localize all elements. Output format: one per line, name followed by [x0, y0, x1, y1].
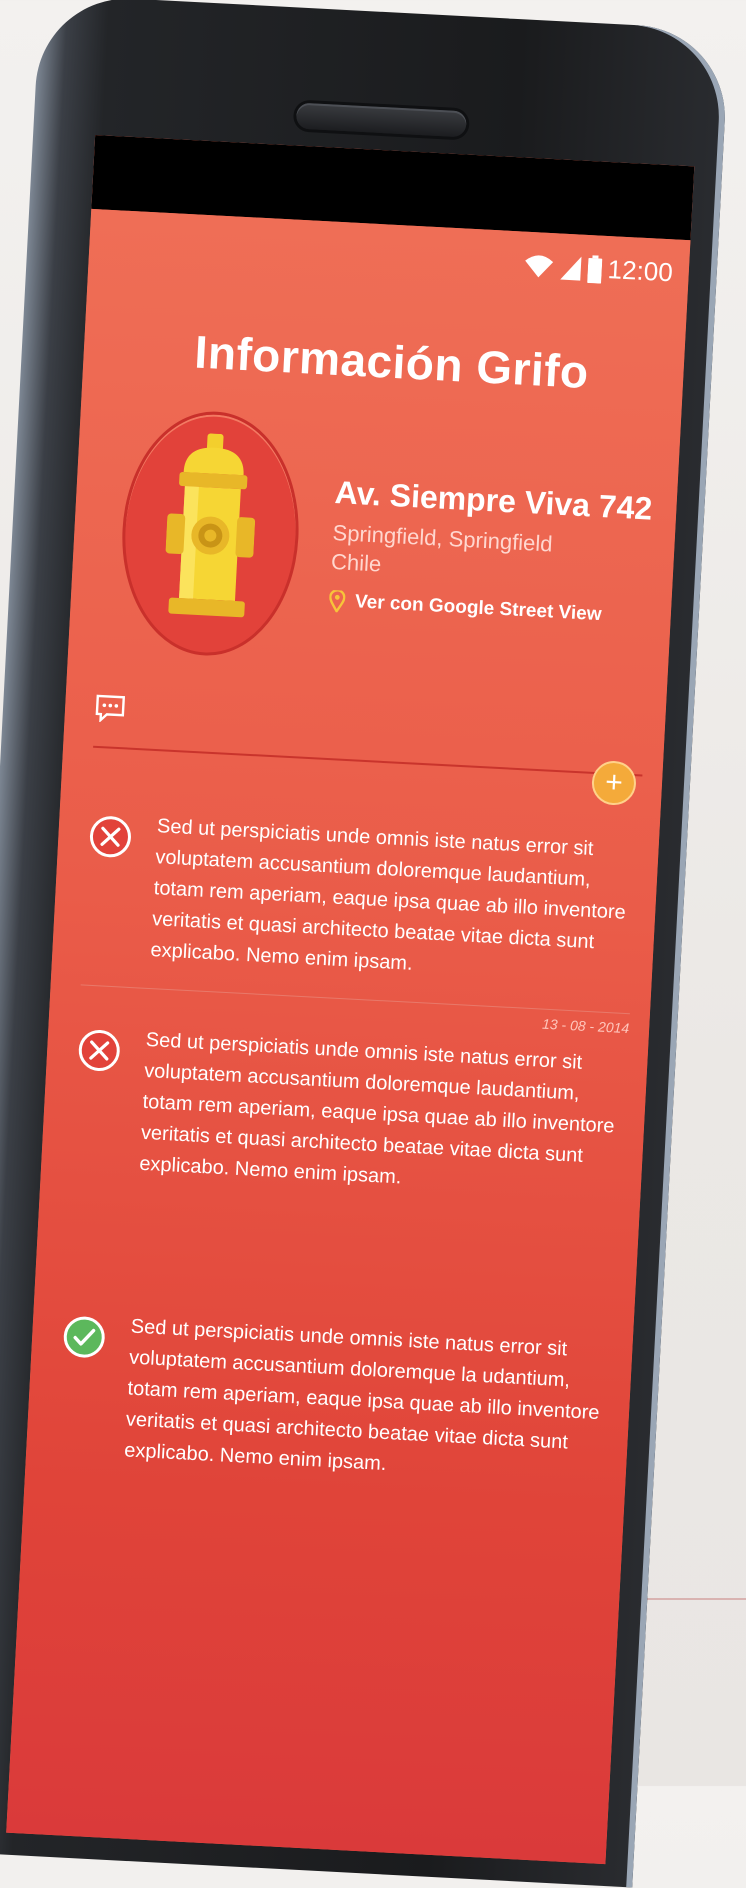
comment-item: Sed ut perspiciatis unde omnis iste natu…	[69, 1021, 628, 1227]
header-divider	[93, 745, 643, 777]
earpiece-speaker	[295, 102, 467, 138]
check-circle-icon	[63, 1316, 105, 1358]
status-icons: 12:00	[523, 250, 674, 289]
signal-icon	[560, 256, 582, 281]
comment-text: Sed ut perspiciatis unde omnis iste natu…	[123, 1315, 601, 1476]
street-view-label: Ver con Google Street View	[354, 591, 603, 626]
plus-icon: +	[604, 765, 624, 800]
phone-screen: 12:00 Información Grifo Av. Siempre Viva…	[6, 134, 695, 1865]
phone-frame: 12:00 Información Grifo Av. Siempre Viva…	[0, 0, 730, 1888]
street-address: Av. Siempre Viva 742	[333, 474, 654, 527]
hydrant-info-screen: 12:00 Información Grifo Av. Siempre Viva…	[6, 208, 691, 1865]
hydrant-info: Av. Siempre Viva 742 Springfield, Spring…	[68, 405, 680, 680]
comment-item: Sed ut perspiciatis unde omnis iste natu…	[54, 1308, 613, 1514]
hydrant-address: Av. Siempre Viva 742 Springfield, Spring…	[292, 416, 656, 678]
battery-icon	[587, 254, 603, 284]
comment-text: Sed ut perspiciatis unde omnis iste natu…	[150, 815, 627, 975]
add-comment-button[interactable]: +	[590, 759, 638, 807]
comment-text: Sed ut perspiciatis unde omnis iste natu…	[138, 1028, 616, 1189]
comment-list: Sed ut perspiciatis unde omnis iste natu…	[25, 782, 661, 1514]
map-pin-icon	[329, 590, 346, 613]
comment-icon	[95, 694, 126, 723]
fire-hydrant-icon	[165, 433, 256, 618]
x-circle-icon	[78, 1029, 120, 1071]
page-title: Información Grifo	[193, 325, 590, 399]
status-time: 12:00	[606, 254, 674, 288]
hydrant-avatar	[116, 407, 305, 661]
wifi-icon	[525, 254, 554, 277]
street-view-link[interactable]: Ver con Google Street View	[329, 590, 648, 629]
comment-item: Sed ut perspiciatis unde omnis iste natu…	[81, 808, 640, 1014]
x-circle-icon	[89, 816, 131, 858]
